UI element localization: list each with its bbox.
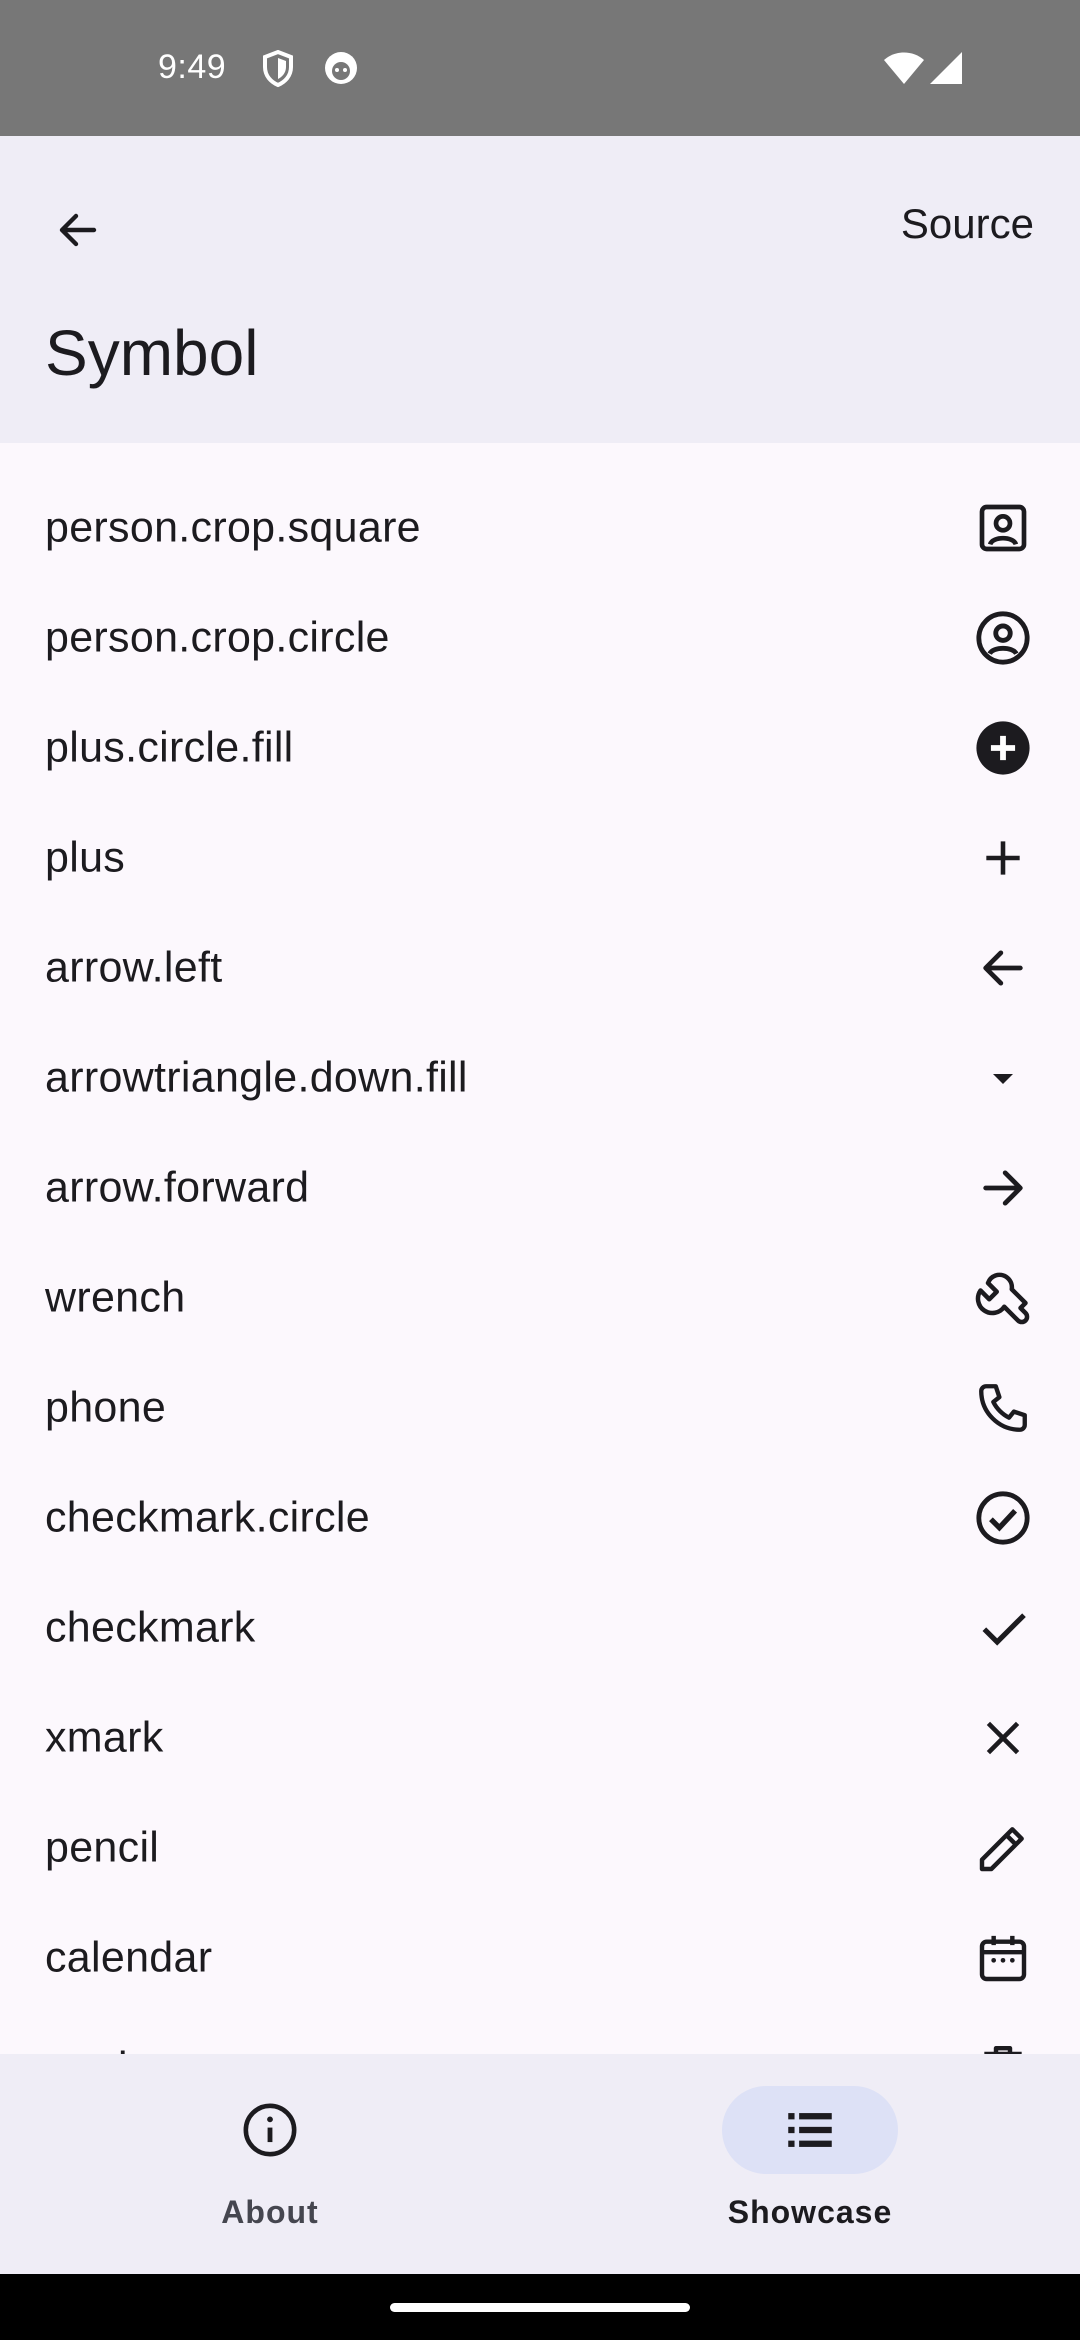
phone-icon (968, 1373, 1038, 1443)
status-time: 9:49 (158, 48, 227, 86)
calendar-icon (968, 1923, 1038, 1993)
symbol-name: calendar (45, 1933, 213, 1982)
list-item[interactable]: person.crop.circle (0, 583, 1080, 693)
status-bar: 9:49 (0, 0, 1080, 136)
symbol-name: checkmark.circle (45, 1493, 370, 1542)
info-icon (243, 2103, 297, 2157)
nav-indicator (182, 2086, 358, 2174)
symbol-name: arrow.left (45, 943, 223, 992)
list-item[interactable]: checkmark (0, 1573, 1080, 1683)
checkmark-circle-icon (968, 1483, 1038, 1553)
list-item[interactable]: checkmark.circle (0, 1463, 1080, 1573)
back-button[interactable] (36, 188, 120, 272)
list-item[interactable]: calendar (0, 1903, 1080, 2013)
arrowtriangle-down-fill-icon (968, 1043, 1038, 1113)
list-item[interactable]: phone (0, 1353, 1080, 1463)
symbol-name: arrowtriangle.down.fill (45, 1053, 468, 1102)
pencil-icon (968, 1813, 1038, 1883)
symbol-list[interactable]: person.crop.square person.crop.circle pl… (0, 443, 1080, 2054)
nav-label-showcase: Showcase (727, 2194, 893, 2230)
list-item[interactable]: arrow.left (0, 913, 1080, 1023)
wifi-icon (884, 52, 924, 84)
nav-indicator-active (722, 2086, 898, 2174)
symbol-name: checkmark (45, 1603, 256, 1652)
symbol-name: wrench (45, 1273, 186, 1322)
nav-item-about[interactable]: About (0, 2054, 540, 2274)
xmark-icon (968, 1703, 1038, 1773)
person-crop-square-icon (968, 493, 1038, 563)
symbol-name: person.crop.square (45, 503, 421, 552)
app-notification-icon (325, 52, 357, 84)
arrow-left-icon (968, 933, 1038, 1003)
list-item[interactable]: person.crop.square (0, 473, 1080, 583)
arrow-forward-icon (968, 1153, 1038, 1223)
cellular-signal-icon (930, 52, 962, 84)
plus-icon (968, 823, 1038, 893)
symbol-name: plus (45, 833, 126, 882)
list-item[interactable]: trash (0, 2013, 1080, 2054)
symbol-name: xmark (45, 1713, 164, 1762)
list-item[interactable]: plus (0, 803, 1080, 913)
source-button[interactable]: Source (901, 200, 1034, 248)
list-item[interactable]: arrowtriangle.down.fill (0, 1023, 1080, 1133)
checkmark-icon (968, 1593, 1038, 1663)
list-item[interactable]: pencil (0, 1793, 1080, 1903)
gesture-navigation-bar (0, 2274, 1080, 2340)
top-app-bar: Source Symbol (0, 136, 1080, 443)
symbol-name: trash (45, 2044, 142, 2055)
plus-circle-fill-icon (968, 713, 1038, 783)
nav-item-showcase[interactable]: Showcase (540, 2054, 1080, 2274)
list-item[interactable]: wrench (0, 1243, 1080, 1353)
symbol-name: person.crop.circle (45, 613, 390, 662)
list-item[interactable]: plus.circle.fill (0, 693, 1080, 803)
home-gesture-handle[interactable] (390, 2303, 690, 2312)
person-crop-circle-icon (968, 603, 1038, 673)
list-item[interactable]: xmark (0, 1683, 1080, 1793)
list-icon (788, 2113, 832, 2147)
symbol-name: plus.circle.fill (45, 723, 294, 772)
trash-icon (968, 2033, 1038, 2054)
list-item[interactable]: arrow.forward (0, 1133, 1080, 1243)
arrow-back-icon (59, 213, 97, 247)
bottom-navigation: About Showcase (0, 2054, 1080, 2274)
nav-label-about: About (221, 2194, 319, 2230)
shield-icon (263, 50, 293, 88)
page-title: Symbol (45, 317, 259, 389)
symbol-name: pencil (45, 1823, 160, 1872)
symbol-name: phone (45, 1383, 167, 1432)
symbol-name: arrow.forward (45, 1163, 310, 1212)
wrench-icon (968, 1263, 1038, 1333)
